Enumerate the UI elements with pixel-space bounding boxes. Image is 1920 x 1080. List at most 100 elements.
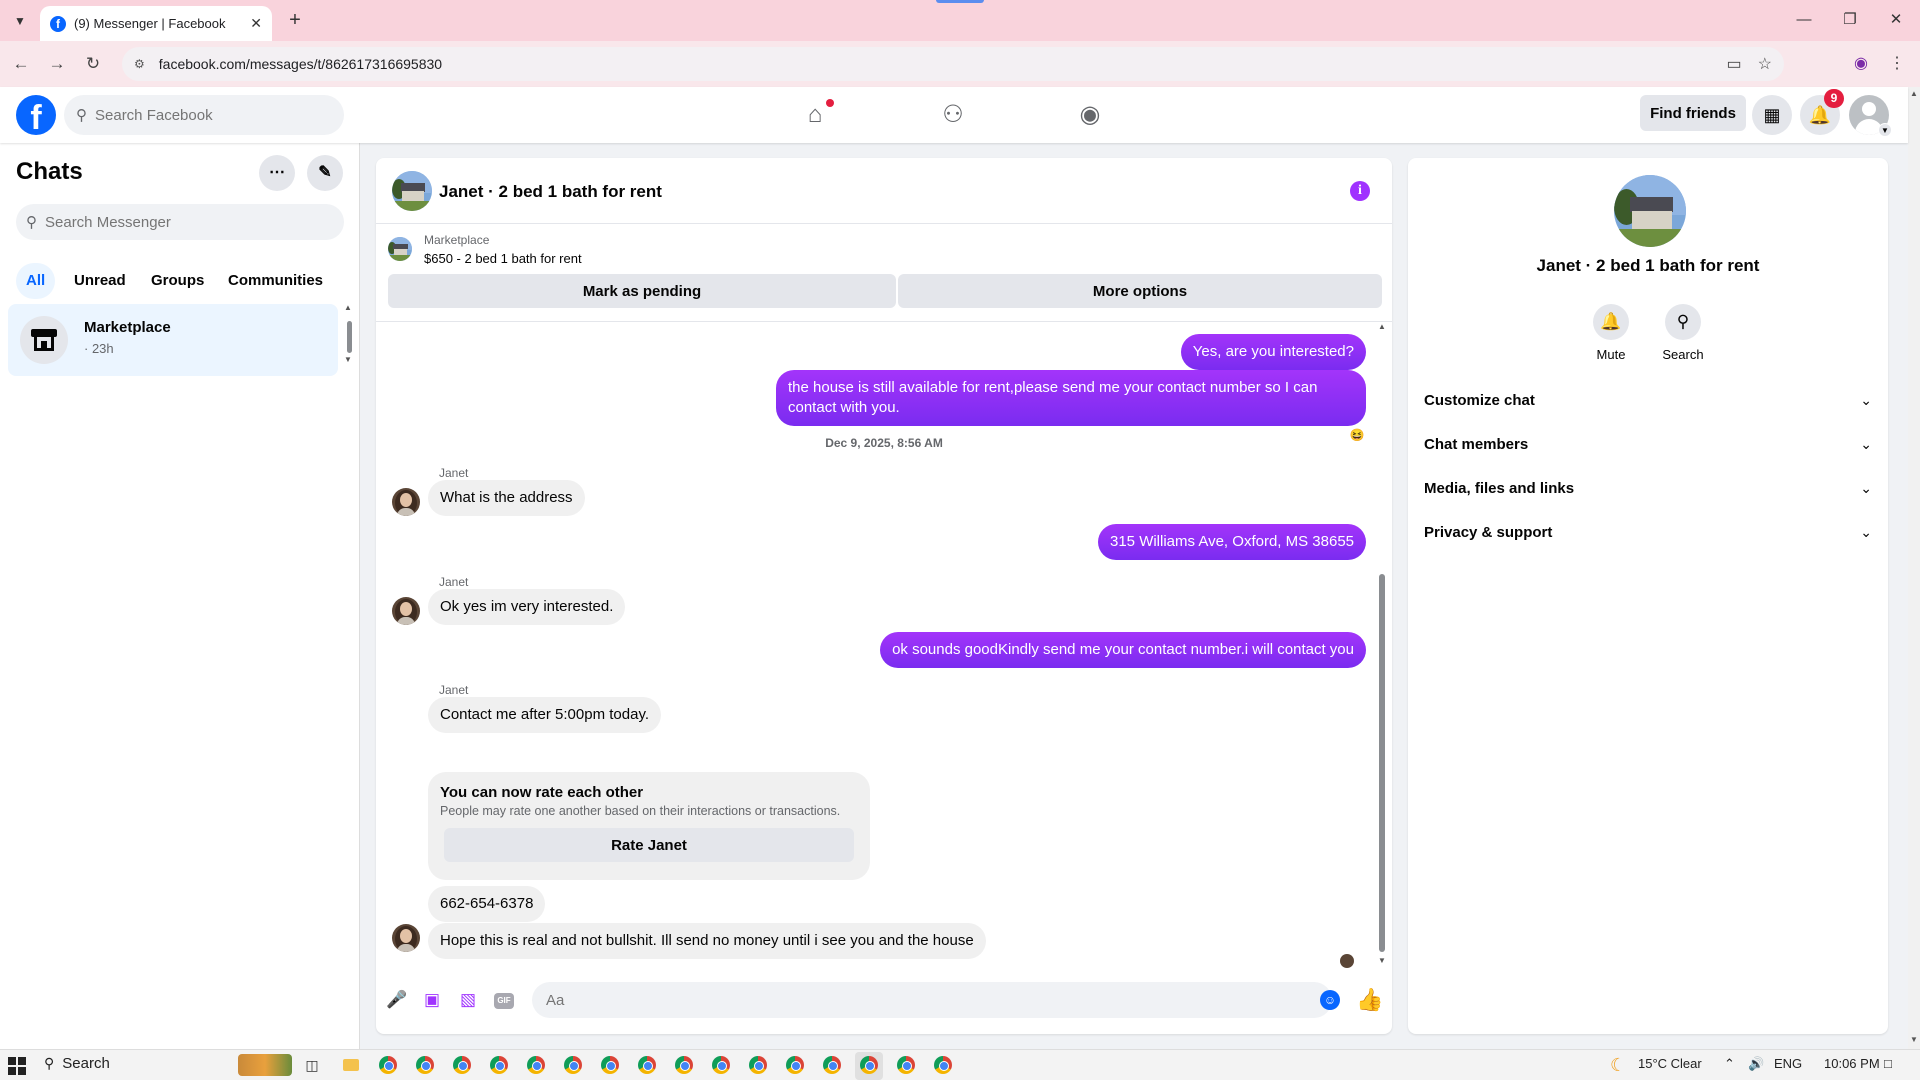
notification-center-icon[interactable]: □ [1884, 1056, 1892, 1071]
thumbs-up-icon[interactable]: 👍 [1356, 987, 1383, 1013]
section-privacy-support[interactable]: Privacy & support ⌄ [1416, 510, 1880, 554]
photo-icon[interactable]: ▣ [420, 988, 444, 1012]
chrome-icon[interactable] [379, 1056, 397, 1074]
sidebar-scrollbar[interactable]: ▲ ▼ [344, 303, 354, 364]
bell-icon[interactable]: 🔔 [1593, 304, 1629, 340]
bookmark-star-icon[interactable]: ☆ [1758, 54, 1772, 74]
filter-unread[interactable]: Unread [64, 263, 136, 299]
filter-communities[interactable]: Communities [218, 263, 333, 299]
chrome-icon[interactable] [416, 1056, 434, 1074]
clock-time[interactable]: 10:06 PM [1824, 1056, 1880, 1071]
chrome-icon[interactable] [564, 1056, 582, 1074]
scroll-up-icon[interactable]: ▲ [1910, 89, 1918, 98]
messenger-search[interactable]: ⚲ [16, 204, 344, 240]
tab-close-icon[interactable]: ✕ [250, 15, 262, 32]
chrome-icon[interactable] [675, 1056, 693, 1074]
chrome-icon[interactable] [601, 1056, 619, 1074]
tab-search-dropdown-icon[interactable]: ▼ [8, 9, 32, 33]
profile-icon[interactable]: ◉ [1848, 51, 1874, 77]
back-icon[interactable]: ← [8, 51, 34, 77]
scrollbar-thumb[interactable] [1379, 574, 1385, 952]
janet-avatar[interactable] [392, 488, 420, 516]
message-incoming[interactable]: Contact me after 5:00pm today. [428, 697, 661, 733]
facebook-logo-icon[interactable]: f [16, 95, 56, 135]
more-options-button[interactable]: More options [898, 274, 1382, 308]
message-outgoing[interactable]: 315 Williams Ave, Oxford, MS 38655 [1098, 524, 1366, 560]
message-outgoing[interactable]: ok sounds goodKindly send me your contac… [880, 632, 1366, 668]
browser-tab[interactable]: f (9) Messenger | Facebook ✕ [40, 6, 272, 41]
weather-text[interactable]: 15°C Clear [1638, 1056, 1702, 1071]
weather-moon-icon[interactable]: ☾ [1610, 1055, 1626, 1076]
search-icon[interactable]: ⚲ [1665, 304, 1701, 340]
scrollbar-thumb[interactable] [347, 321, 352, 353]
friends-icon[interactable]: ⚇ [933, 95, 973, 135]
listing-thumbnail[interactable] [388, 237, 412, 261]
chrome-icon[interactable] [823, 1056, 841, 1074]
section-chat-members[interactable]: Chat members ⌄ [1416, 422, 1880, 466]
facebook-search-input[interactable] [95, 106, 315, 124]
filter-groups[interactable]: Groups [141, 263, 214, 299]
chrome-icon[interactable] [490, 1056, 508, 1074]
scroll-up-icon[interactable]: ▲ [1378, 322, 1386, 331]
reload-icon[interactable]: ↻ [80, 51, 106, 77]
browser-menu-icon[interactable]: ⋮ [1884, 51, 1910, 77]
chrome-icon[interactable] [527, 1056, 545, 1074]
new-tab-icon[interactable]: + [282, 8, 308, 34]
chrome-icon-active[interactable] [860, 1056, 878, 1074]
chrome-icon[interactable] [638, 1056, 656, 1074]
more-options-icon[interactable]: ⋯ [259, 155, 295, 191]
mute-button[interactable]: 🔔 Mute [1576, 304, 1646, 362]
taskbar-search[interactable]: ⚲ Search [44, 1055, 110, 1072]
janet-avatar[interactable] [392, 924, 420, 952]
chat-scrollbar[interactable]: ▲ ▼ [1376, 322, 1388, 968]
message-incoming[interactable]: Ok yes im very interested. [428, 589, 626, 625]
conversation-info-icon[interactable]: i [1350, 181, 1370, 201]
account-chevron-icon[interactable]: ▼ [1878, 123, 1892, 137]
facebook-search[interactable]: ⚲ [64, 95, 344, 135]
section-media-files-links[interactable]: Media, files and links ⌄ [1416, 466, 1880, 510]
minimize-icon[interactable]: — [1788, 8, 1820, 32]
find-friends-button[interactable]: Find friends [1640, 95, 1746, 131]
groups-icon[interactable]: ◉ [1070, 95, 1110, 135]
messenger-search-input[interactable] [45, 213, 325, 231]
sticker-icon[interactable]: ▧ [456, 988, 480, 1012]
message-outgoing[interactable]: Yes, are you interested? [1180, 334, 1366, 370]
emoji-icon[interactable]: ☺ [1320, 990, 1340, 1010]
gif-icon[interactable]: GIF [494, 993, 514, 1009]
page-scrollbar[interactable]: ▲ ▼ [1908, 87, 1920, 1049]
conversation-profile-avatar[interactable] [1614, 175, 1686, 247]
chat-title[interactable]: Janet · 2 bed 1 bath for rent [439, 182, 662, 202]
close-window-icon[interactable]: ✕ [1880, 8, 1912, 32]
listing-price-title[interactable]: $650 - 2 bed 1 bath for rent [424, 251, 582, 266]
message-outgoing[interactable]: the house is still available for rent,pl… [776, 370, 1366, 426]
message-incoming[interactable]: Hope this is real and not bullshit. Ill … [428, 923, 986, 959]
volume-icon[interactable]: 🔊 [1748, 1056, 1764, 1072]
menu-grid-icon[interactable]: ▦ [1752, 95, 1792, 135]
chrome-icon[interactable] [897, 1056, 915, 1074]
conversation-avatar[interactable] [392, 171, 432, 211]
chrome-icon[interactable] [786, 1056, 804, 1074]
message-input[interactable] [532, 982, 1332, 1018]
chrome-icon[interactable] [934, 1056, 952, 1074]
chrome-icon[interactable] [712, 1056, 730, 1074]
new-message-icon[interactable]: ✎ [307, 155, 343, 191]
windows-start-icon[interactable] [8, 1057, 26, 1075]
scroll-down-icon[interactable]: ▼ [1910, 1035, 1918, 1044]
microphone-icon[interactable]: 🎤 [385, 988, 409, 1012]
tray-overflow-icon[interactable]: ⌃ [1724, 1056, 1735, 1072]
forward-icon[interactable]: → [44, 51, 70, 77]
scroll-down-icon[interactable]: ▼ [344, 355, 352, 364]
rate-janet-button[interactable]: Rate Janet [444, 828, 854, 862]
filter-all[interactable]: All [16, 263, 56, 299]
message-incoming[interactable]: What is the address [428, 480, 585, 516]
scroll-down-icon[interactable]: ▼ [1378, 956, 1386, 965]
site-info-icon[interactable]: ⚙ [134, 57, 145, 71]
input-language[interactable]: ENG [1774, 1056, 1802, 1071]
message-incoming[interactable]: 662-654-6378 [428, 886, 546, 922]
url-text[interactable]: facebook.com/messages/t/862617316695830 [159, 56, 1711, 72]
scroll-up-icon[interactable]: ▲ [344, 303, 352, 312]
task-view-icon[interactable]: ◫ [302, 1055, 322, 1075]
search-in-conversation-button[interactable]: ⚲ Search [1648, 304, 1718, 362]
conversation-item-marketplace[interactable]: Marketplace · 23h [8, 304, 338, 376]
mark-as-pending-button[interactable]: Mark as pending [388, 274, 896, 308]
